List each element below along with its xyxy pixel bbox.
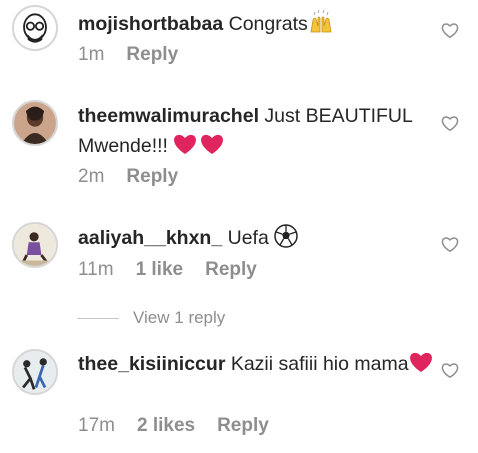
comment-text: Congrats xyxy=(228,13,308,35)
view-replies-label[interactable]: View 1 reply xyxy=(133,308,225,328)
username[interactable]: theemwalimurachel xyxy=(78,105,259,127)
like-heart-icon[interactable] xyxy=(441,22,459,39)
comment-text: Uefa xyxy=(227,227,269,249)
reply-button[interactable]: Reply xyxy=(126,44,178,66)
red-heart-icon xyxy=(409,350,433,383)
like-heart-icon[interactable] xyxy=(441,236,459,253)
comment-text: Kazii safiii hio mama xyxy=(230,353,409,375)
comment-body: mojishortbabaa Congrats xyxy=(78,9,438,43)
raised-hands-icon xyxy=(308,9,334,43)
username[interactable]: thee_kisiiniccur xyxy=(78,353,225,375)
avatar[interactable] xyxy=(12,222,58,268)
reply-button[interactable]: Reply xyxy=(126,166,178,188)
timestamp: 11m xyxy=(78,259,114,280)
comment-body: thee_kisiiniccur Kazii safiii hio mama xyxy=(78,349,438,383)
avatar[interactable] xyxy=(12,349,58,395)
like-count[interactable]: 1 like xyxy=(136,259,184,281)
reply-button[interactable]: Reply xyxy=(205,259,257,281)
timestamp: 17m xyxy=(78,415,115,436)
comment-meta: 1m Reply xyxy=(78,44,200,66)
timestamp: 1m xyxy=(78,44,105,65)
view-replies-button[interactable]: View 1 reply xyxy=(77,306,225,330)
comment-meta: 17m 2 likes Reply xyxy=(78,415,291,437)
divider-line xyxy=(77,317,119,319)
soccer-ball-icon xyxy=(274,224,298,257)
reply-button[interactable]: Reply xyxy=(217,415,269,437)
like-count[interactable]: 2 likes xyxy=(137,415,195,437)
comment-meta: 2m Reply xyxy=(78,166,200,188)
timestamp: 2m xyxy=(78,166,105,187)
like-heart-icon[interactable] xyxy=(441,115,459,132)
username[interactable]: mojishortbabaa xyxy=(78,13,223,35)
username[interactable]: aaliyah__khxn_ xyxy=(78,227,222,249)
red-hearts-icon xyxy=(173,132,225,165)
like-heart-icon[interactable] xyxy=(441,362,459,379)
comment-body: aaliyah__khxn_ Uefa xyxy=(78,223,438,257)
comment-body: theemwalimurachel Just BEAUTIFUL Mwende!… xyxy=(78,101,438,165)
comment-meta: 11m 1 like Reply xyxy=(78,259,279,281)
avatar[interactable] xyxy=(12,100,58,146)
avatar[interactable] xyxy=(12,5,58,51)
